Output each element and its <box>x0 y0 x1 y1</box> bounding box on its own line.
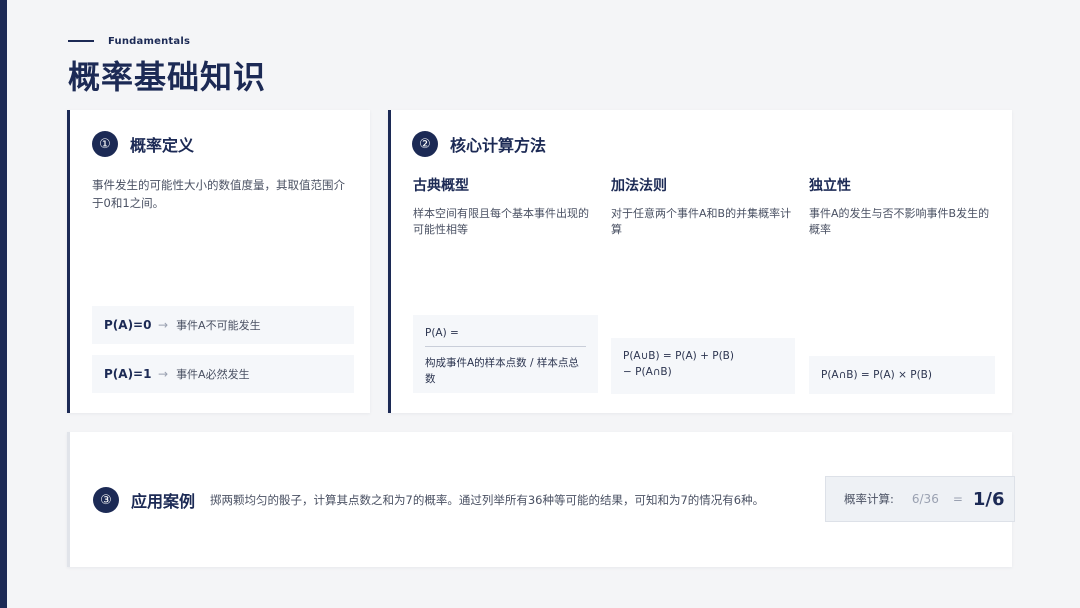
formula-line-2: − P(A∩B) <box>623 366 672 378</box>
classical-model-title: 古典概型 <box>413 178 469 194</box>
formula-line: P(A∩B) = P(A) × P(B) <box>821 369 932 381</box>
addition-rule-title: 加法法则 <box>611 178 667 194</box>
methods-title: 核心计算方法 <box>450 136 547 155</box>
number-badge-2: ② <box>412 131 438 157</box>
row-formula: P(A)=0 <box>104 318 152 332</box>
probability-result-box: 概率计算: 6/36 = 1/6 <box>825 476 1015 522</box>
definition-description: 事件发生的可能性大小的数值度量，其取值范围介于0和1之间。 <box>92 178 345 210</box>
formula-numerator: P(A) = <box>425 327 459 339</box>
addition-rule-text: 对于任意两个事件A和B的并集概率计算 <box>611 207 792 236</box>
application-title: 应用案例 <box>131 492 196 511</box>
row-description: 事件A必然发生 <box>176 368 250 381</box>
eyebrow-label: Fundamentals <box>108 35 191 47</box>
definition-card: ① 概率定义 事件发生的可能性大小的数值度量，其取值范围介于0和1之间。 P(A… <box>67 110 370 413</box>
independence-formula: P(A∩B) = P(A) × P(B) <box>809 356 995 394</box>
definition-row-certain: P(A)=1 → 事件A必然发生 <box>92 355 354 393</box>
result-fraction: 6/36 <box>911 492 939 506</box>
row-formula: P(A)=1 <box>104 367 152 381</box>
result-label: 概率计算: <box>844 492 894 506</box>
row-description: 事件A不可能发生 <box>176 319 261 332</box>
definition-title: 概率定义 <box>130 136 195 155</box>
definition-card-header: ① 概率定义 <box>92 131 194 157</box>
application-card: ③ 应用案例 掷两颗均匀的骰子，计算其点数之和为7的概率。通过列举所有36种等可… <box>67 432 1015 567</box>
application-card-header: ③ 应用案例 <box>93 487 195 513</box>
section-eyebrow: Fundamentals <box>68 34 190 48</box>
fraction-divider <box>425 346 586 347</box>
arrow-right-icon: → <box>158 318 169 332</box>
independence-text: 事件A的发生与否不影响事件B发生的概率 <box>809 207 990 236</box>
number-badge-3: ③ <box>93 487 119 513</box>
left-accent-rail <box>0 0 7 608</box>
application-text: 掷两颗均匀的骰子，计算其点数之和为7的概率。通过列举所有36种等可能的结果，可知… <box>210 493 765 507</box>
addition-rule-formula: P(A∪B) = P(A) + P(B) − P(A∩B) <box>611 338 795 394</box>
methods-card: ② 核心计算方法 古典概型 样本空间有限且每个基本事件出现的可能性相等 P(A)… <box>388 110 1012 413</box>
methods-card-header: ② 核心计算方法 <box>412 131 546 157</box>
classical-model-formula: P(A) = 构成事件A的样本点数 / 样本点总数 <box>413 315 598 393</box>
independence-title: 独立性 <box>809 178 851 194</box>
number-badge-1: ① <box>92 131 118 157</box>
arrow-right-icon: → <box>158 367 169 381</box>
result-value: 1/6 <box>972 488 1005 510</box>
definition-row-impossible: P(A)=0 → 事件A不可能发生 <box>92 306 354 344</box>
formula-line-1: P(A∪B) = P(A) + P(B) <box>623 350 734 362</box>
result-equals: = <box>952 492 963 506</box>
formula-denominator: 构成事件A的样本点数 / 样本点总数 <box>425 357 579 385</box>
page-title: 概率基础知识 <box>68 58 267 96</box>
classical-model-text: 样本空间有限且每个基本事件出现的可能性相等 <box>413 207 589 236</box>
eyebrow-line <box>68 40 94 42</box>
